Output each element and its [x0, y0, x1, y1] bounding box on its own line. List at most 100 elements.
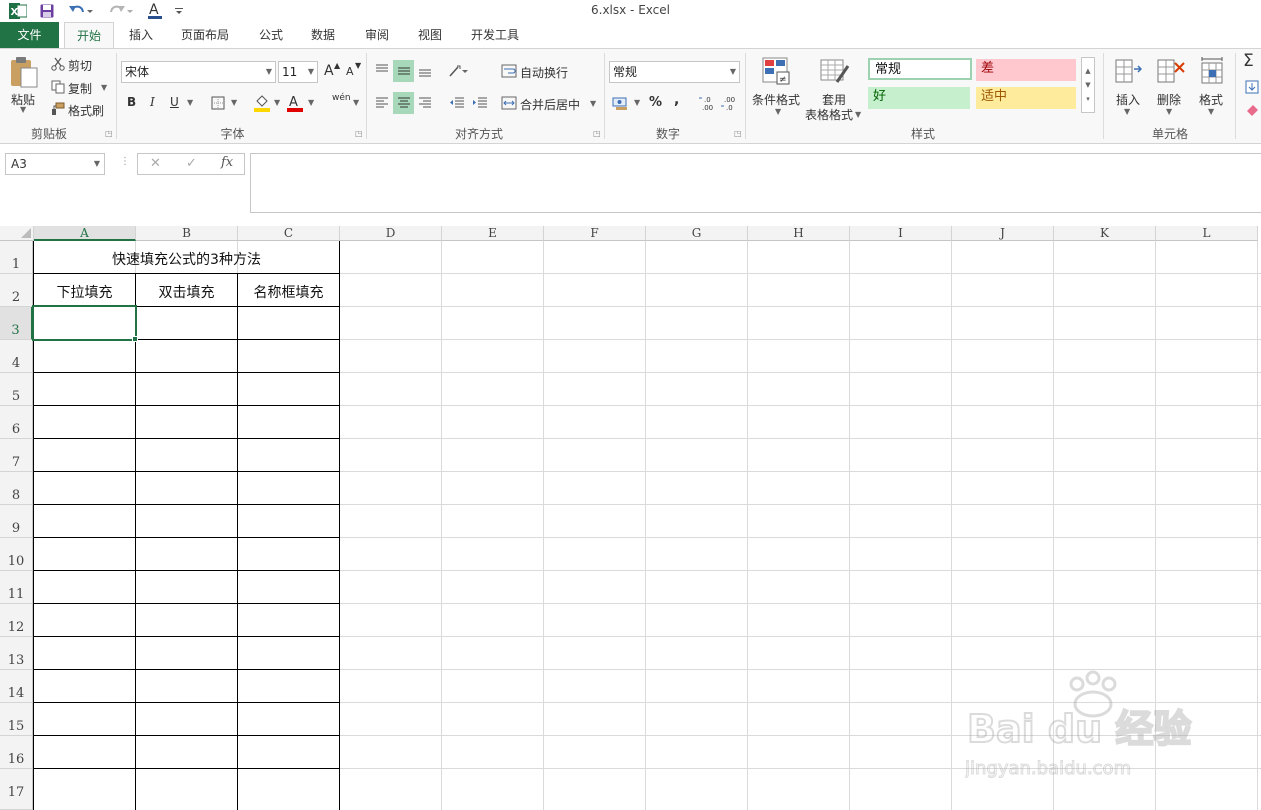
header-cell-b2[interactable]: 双击填充	[136, 282, 237, 302]
row-header-17[interactable]: 17	[0, 769, 33, 810]
wrap-text-label[interactable]: 自动换行	[520, 64, 568, 81]
clear-eraser-icon[interactable]	[1244, 101, 1260, 117]
format-painter-icon[interactable]	[50, 101, 66, 117]
increase-decimal-icon[interactable]: .0.00	[698, 93, 718, 113]
comma-style-button[interactable]: ,	[674, 92, 679, 108]
underline-dropdown-icon[interactable]: ▼	[187, 98, 193, 107]
tab-page-layout[interactable]: 页面布局	[170, 22, 240, 48]
sheet-title-cell[interactable]: 快速填充公式的3种方法	[34, 249, 339, 269]
delete-cells-label[interactable]: 删除	[1157, 91, 1181, 108]
row-header-6[interactable]: 6	[0, 406, 33, 439]
row-header-2[interactable]: 2	[0, 274, 33, 307]
formula-bar-splitter-icon[interactable]: ⋮	[120, 156, 130, 167]
fill-down-icon[interactable]	[1244, 79, 1260, 95]
select-all-corner[interactable]	[0, 226, 34, 241]
insert-cells-dropdown-icon[interactable]: ▼	[1124, 107, 1130, 116]
row-header-12[interactable]: 12	[0, 604, 33, 637]
alignment-launcher-icon[interactable]: ◳	[593, 129, 601, 138]
phonetic-dropdown-icon[interactable]: ▼	[353, 98, 359, 107]
tab-insert[interactable]: 插入	[118, 22, 164, 48]
row-header-14[interactable]: 14	[0, 670, 33, 703]
column-header-i[interactable]: I	[850, 226, 952, 241]
column-header-e[interactable]: E	[442, 226, 544, 241]
conditional-format-dropdown-icon[interactable]: ▼	[775, 107, 781, 116]
format-painter-label[interactable]: 格式刷	[68, 102, 104, 119]
cut-label[interactable]: 剪切	[68, 57, 92, 74]
copy-dropdown-icon[interactable]: ▼	[101, 83, 107, 92]
wrap-text-icon[interactable]	[500, 62, 518, 80]
column-header-k[interactable]: K	[1054, 226, 1156, 241]
conditional-format-label[interactable]: 条件格式	[752, 91, 800, 108]
scissors-icon[interactable]	[50, 56, 66, 72]
row-header-13[interactable]: 13	[0, 637, 33, 670]
paste-icon[interactable]	[8, 55, 40, 89]
font-name-select[interactable]: 宋体 ▼	[121, 61, 276, 83]
row-header-16[interactable]: 16	[0, 736, 33, 769]
merge-dropdown-icon[interactable]: ▼	[590, 99, 596, 108]
fill-color-icon[interactable]	[253, 93, 271, 113]
tab-data[interactable]: 数据	[300, 22, 346, 48]
column-header-l[interactable]: L	[1156, 226, 1258, 241]
column-header-c[interactable]: C	[238, 226, 340, 241]
row-header-11[interactable]: 11	[0, 571, 33, 604]
grow-font-icon[interactable]: A	[324, 63, 334, 79]
row-header-3[interactable]: 3	[0, 307, 33, 340]
style-normal[interactable]: 常规	[868, 58, 972, 80]
gallery-down-icon[interactable]: ▼	[1085, 81, 1090, 89]
delete-cells-icon[interactable]	[1155, 55, 1187, 87]
align-middle-icon[interactable]	[393, 60, 414, 82]
format-as-table-label-2[interactable]: 表格格式	[805, 106, 853, 123]
font-launcher-icon[interactable]: ◳	[355, 129, 363, 138]
gallery-up-icon[interactable]: ▲	[1085, 67, 1090, 75]
number-launcher-icon[interactable]: ◳	[734, 129, 742, 138]
align-center-icon[interactable]	[393, 92, 414, 114]
active-cell-a3[interactable]	[32, 305, 137, 341]
borders-icon[interactable]	[210, 95, 226, 111]
header-cell-c2[interactable]: 名称框填充	[238, 282, 339, 302]
row-header-15[interactable]: 15	[0, 703, 33, 736]
conditional-format-icon[interactable]: ≠	[760, 55, 792, 87]
bold-button[interactable]: B	[127, 95, 136, 109]
phonetic-guide-icon[interactable]: wén	[332, 93, 351, 103]
format-cells-icon[interactable]	[1197, 55, 1227, 87]
fill-handle[interactable]	[132, 336, 138, 342]
decrease-indent-icon[interactable]	[447, 92, 467, 114]
tab-view[interactable]: 视图	[407, 22, 453, 48]
align-bottom-icon[interactable]	[416, 60, 434, 82]
tab-formulas[interactable]: 公式	[248, 22, 294, 48]
row-header-10[interactable]: 10	[0, 538, 33, 571]
style-bad[interactable]: 差	[976, 59, 1076, 81]
percent-style-button[interactable]: %	[649, 95, 662, 110]
underline-button[interactable]: U	[170, 95, 179, 109]
align-top-icon[interactable]	[373, 60, 391, 80]
row-header-8[interactable]: 8	[0, 472, 33, 505]
delete-cells-dropdown-icon[interactable]: ▼	[1166, 107, 1172, 116]
decrease-decimal-icon[interactable]: .00.0	[720, 93, 740, 113]
insert-cells-label[interactable]: 插入	[1116, 91, 1140, 108]
accounting-format-icon[interactable]	[611, 93, 633, 113]
row-header-4[interactable]: 4	[0, 340, 33, 373]
align-right-icon[interactable]	[416, 92, 434, 114]
font-size-select[interactable]: 11 ▼	[278, 61, 318, 83]
format-as-table-icon[interactable]	[818, 55, 852, 87]
copy-label[interactable]: 复制	[68, 80, 92, 97]
fill-color-dropdown-icon[interactable]: ▼	[274, 98, 280, 107]
row-header-7[interactable]: 7	[0, 439, 33, 472]
insert-cells-icon[interactable]	[1113, 55, 1143, 87]
column-header-j[interactable]: J	[952, 226, 1054, 241]
format-cells-dropdown-icon[interactable]: ▼	[1208, 107, 1214, 116]
merge-center-icon[interactable]	[500, 94, 518, 112]
tab-review[interactable]: 审阅	[354, 22, 400, 48]
header-cell-a2[interactable]: 下拉填充	[34, 282, 135, 302]
style-good[interactable]: 好	[868, 87, 970, 109]
row-header-1[interactable]: 1	[0, 241, 33, 274]
column-header-b[interactable]: B	[136, 226, 238, 241]
column-header-a[interactable]: A	[34, 226, 136, 241]
align-left-icon[interactable]	[373, 92, 391, 114]
clipboard-launcher-icon[interactable]: ◳	[105, 129, 113, 138]
formula-input[interactable]	[250, 153, 1261, 213]
shrink-font-icon[interactable]: A	[346, 65, 354, 78]
enter-icon[interactable]: ✓	[186, 156, 197, 171]
gallery-more-icon[interactable]: ▾	[1086, 95, 1090, 103]
cancel-icon[interactable]: ✕	[150, 156, 161, 171]
